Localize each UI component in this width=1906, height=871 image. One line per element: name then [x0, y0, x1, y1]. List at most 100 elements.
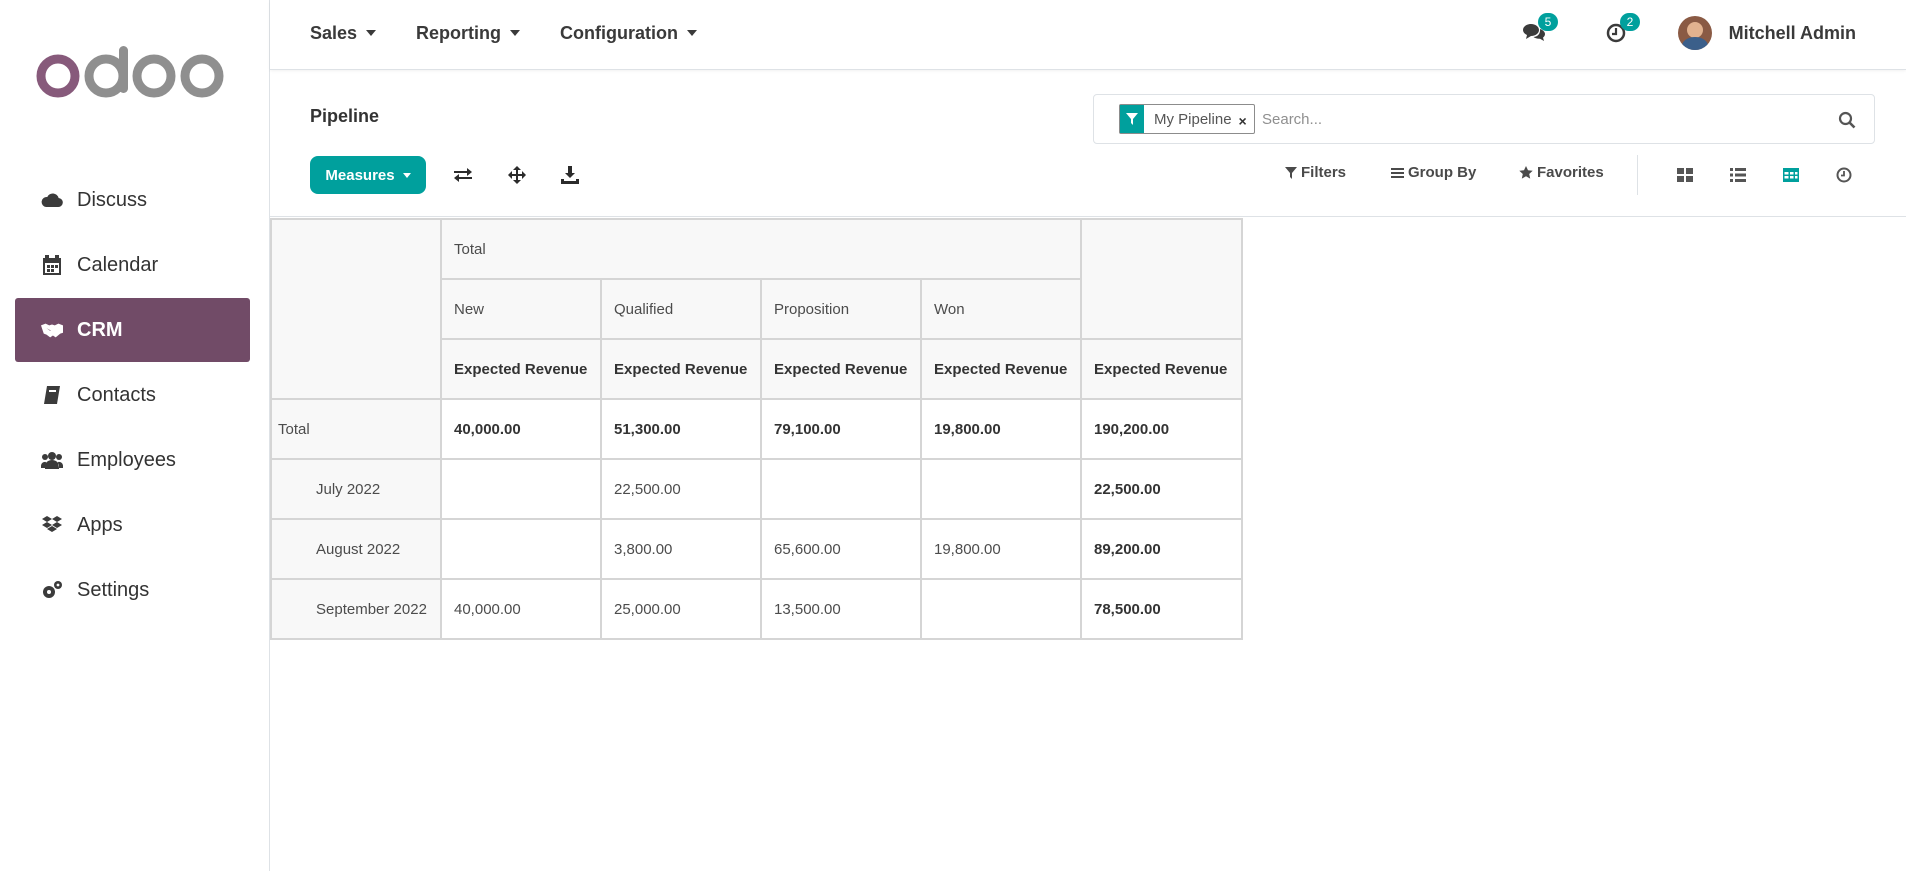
cogs-icon — [41, 579, 63, 601]
search-facet: My Pipeline × — [1119, 104, 1255, 134]
pivot-col-header-proposition[interactable]: Proposition — [760, 278, 922, 340]
view-list-button[interactable] — [1725, 162, 1751, 188]
menu-reporting[interactable]: Reporting — [416, 22, 521, 44]
user-name: Mitchell Admin — [1728, 22, 1856, 43]
pivot-cell[interactable]: 22,500.00 — [600, 458, 762, 520]
measures-button[interactable]: Measures — [310, 156, 426, 194]
pivot-cell[interactable] — [920, 578, 1082, 640]
users-icon — [41, 449, 63, 471]
view-activity-button[interactable] — [1831, 162, 1857, 188]
sidebar-item-contacts[interactable]: Contacts — [15, 363, 250, 427]
facet-label: My Pipeline — [1154, 110, 1232, 128]
pivot-cell[interactable]: 51,300.00 — [600, 398, 762, 460]
pivot-corner-cell — [270, 218, 442, 400]
filters-label: Filters — [1301, 164, 1347, 181]
pivot-row-total-cell[interactable]: 22,500.00 — [1080, 458, 1243, 520]
pivot-cell[interactable] — [920, 458, 1082, 520]
search-input[interactable] — [1262, 107, 1782, 131]
sidebar-item-label: Contacts — [77, 383, 156, 406]
chevron-down-icon — [366, 30, 377, 36]
table-icon — [1783, 168, 1799, 182]
filters-button[interactable]: Filters — [1285, 164, 1346, 181]
favorites-button[interactable]: Favorites — [1519, 164, 1604, 181]
facet-remove-icon[interactable]: × — [1239, 105, 1254, 133]
user-menu[interactable]: Mitchell Admin — [1677, 16, 1856, 50]
group-by-label: Group By — [1408, 164, 1477, 181]
pivot-measure-header[interactable]: Expected Revenue — [440, 338, 602, 400]
menu-configuration[interactable]: Configuration — [560, 22, 698, 44]
address-book-icon — [41, 384, 63, 406]
sidebar-item-label: Settings — [77, 578, 150, 601]
app-menu: Sales Reporting Configuration — [310, 0, 698, 66]
pivot-measure-header[interactable]: Expected Revenue — [600, 338, 762, 400]
measures-label: Measures — [325, 166, 395, 184]
pivot-col-group-header[interactable]: Total — [440, 218, 1082, 280]
download-button[interactable] — [557, 162, 583, 188]
pivot-cell[interactable]: 19,800.00 — [920, 518, 1082, 580]
view-pivot-button[interactable] — [1778, 162, 1804, 188]
search-icon[interactable] — [1838, 111, 1856, 129]
menu-label: Sales — [310, 22, 358, 43]
pivot-row: September 2022 40,000.00 25,000.00 13,50… — [270, 578, 1243, 640]
pivot-row-header[interactable]: Total — [270, 398, 442, 460]
pivot-measure-header[interactable]: Expected Revenue — [760, 338, 922, 400]
view-kanban-button[interactable] — [1672, 162, 1698, 188]
pivot-cell[interactable]: 40,000.00 — [440, 578, 602, 640]
pivot-measure-header[interactable]: Expected Revenue — [1080, 338, 1243, 400]
view-switcher-divider — [1637, 155, 1638, 195]
pivot-cell[interactable]: 3,800.00 — [600, 518, 762, 580]
pivot-cell[interactable]: 19,800.00 — [920, 398, 1082, 460]
pivot-cell[interactable] — [440, 458, 602, 520]
pivot-cell[interactable] — [440, 518, 602, 580]
pivot-row-header[interactable]: July 2022 — [270, 458, 442, 520]
pivot-row-header[interactable]: September 2022 — [270, 578, 442, 640]
messages-button[interactable]: 5 — [1514, 13, 1559, 53]
control-panel-divider — [270, 216, 1906, 217]
pivot-row-header[interactable]: August 2022 — [270, 518, 442, 580]
pivot-cell[interactable]: 65,600.00 — [760, 518, 922, 580]
pivot-cell[interactable]: 25,000.00 — [600, 578, 762, 640]
odoo-logo[interactable] — [36, 46, 228, 106]
pivot-cell[interactable]: 13,500.00 — [760, 578, 922, 640]
sidebar-item-calendar[interactable]: Calendar — [15, 233, 250, 297]
pivot-measure-header[interactable]: Expected Revenue — [920, 338, 1082, 400]
pivot-cell[interactable]: 79,100.00 — [760, 398, 922, 460]
pivot-col-header-qualified[interactable]: Qualified — [600, 278, 762, 340]
sidebar-item-label: CRM — [77, 318, 123, 341]
pivot-row-total-cell[interactable]: 190,200.00 — [1080, 398, 1243, 460]
exchange-icon — [454, 168, 472, 182]
pivot-col-header-new[interactable]: New — [440, 278, 602, 340]
pivot-row-total-cell[interactable]: 89,200.00 — [1080, 518, 1243, 580]
pivot-row: August 2022 3,800.00 65,600.00 19,800.00… — [270, 518, 1243, 580]
pivot-total-col-header — [1080, 218, 1243, 340]
menu-label: Configuration — [560, 22, 679, 43]
expand-all-button[interactable] — [504, 162, 530, 188]
bars-icon — [1391, 167, 1404, 178]
kanban-icon — [1677, 168, 1693, 182]
pivot-col-header-won[interactable]: Won — [920, 278, 1082, 340]
pivot-cell[interactable] — [760, 458, 922, 520]
messages-count-badge: 5 — [1537, 13, 1559, 31]
sidebar-item-settings[interactable]: Settings — [15, 558, 250, 622]
dropbox-icon — [41, 514, 63, 536]
chevron-down-icon — [510, 30, 521, 36]
sidebar-item-label: Discuss — [77, 188, 148, 211]
sidebar-item-discuss[interactable]: Discuss — [15, 168, 250, 232]
activities-button[interactable]: 2 — [1596, 13, 1641, 53]
sidebar-item-employees[interactable]: Employees — [15, 428, 250, 492]
menu-sales[interactable]: Sales — [310, 22, 377, 44]
sidebar-item-crm[interactable]: CRM — [15, 298, 250, 362]
group-by-button[interactable]: Group By — [1391, 164, 1476, 181]
menu-label: Reporting — [416, 22, 502, 43]
systray: 5 2 Mitchell Admin — [1514, 0, 1906, 66]
arrows-icon — [508, 166, 526, 184]
filter-icon — [1120, 105, 1144, 133]
sidebar-item-apps[interactable]: Apps — [15, 493, 250, 557]
pivot-cell[interactable]: 40,000.00 — [440, 398, 602, 460]
flip-axis-button[interactable] — [450, 162, 476, 188]
avatar — [1677, 16, 1712, 50]
pivot-table: Total New Qualified Proposition Won Expe… — [270, 218, 1243, 640]
sidebar-item-label: Employees — [77, 448, 176, 471]
pivot-row-total-cell[interactable]: 78,500.00 — [1080, 578, 1243, 640]
favorites-label: Favorites — [1537, 164, 1604, 181]
